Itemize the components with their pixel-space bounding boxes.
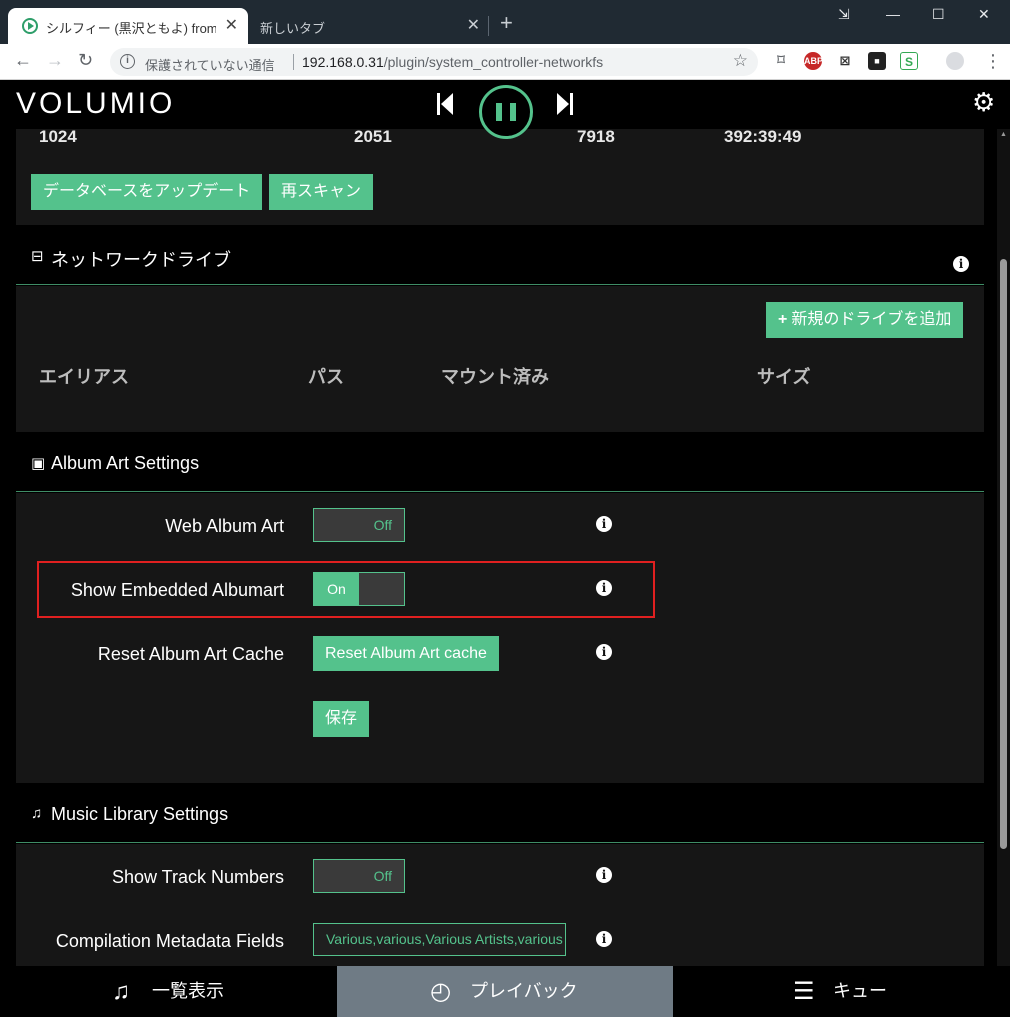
section-title: Music Library Settings [51,804,229,824]
browse-label: 一覧表示 [152,981,224,1001]
reset-album-art-cache-button[interactable]: Reset Album Art cache [313,636,499,671]
column-alias: エイリアス [39,367,129,387]
toggle-state: Off [373,517,392,533]
toggle-knob [314,860,359,892]
close-tab-icon[interactable]: ✕ [225,15,238,35]
info-icon[interactable]: i [596,644,612,660]
close-tab-icon[interactable]: ✕ [467,15,480,35]
new-tab-button[interactable]: + [500,12,513,34]
music-note-icon: ♫ [112,978,130,1005]
column-path: パス [308,367,344,387]
list-icon: ☰ [793,978,815,1005]
tab-title: 新しいタブ [260,21,326,36]
music-library-header: ♫ Music Library Settings [16,785,984,843]
adblock-extension-icon[interactable]: ABP [804,52,823,70]
info-icon[interactable]: i [953,256,969,272]
highlight-annotation [37,561,655,618]
compilation-metadata-input[interactable]: Various,various,Various Artists,various [313,923,566,956]
scrollbar[interactable]: ▲ [997,129,1010,969]
back-button[interactable]: ← [14,50,32,71]
web-album-art-label: Web Album Art [165,516,284,536]
security-status: 保護されていない通信 [145,58,275,73]
show-track-numbers-toggle[interactable]: Off [313,859,405,893]
image-icon: ▣ [31,455,46,472]
scrollbar-thumb[interactable] [1000,259,1007,849]
reload-button[interactable]: ↻ [78,50,93,71]
plus-icon: + [778,311,788,328]
music-note-icon: ♫ [31,805,43,822]
volumio-logo: VOLUMIO [16,87,176,120]
rescan-button[interactable]: 再スキャン [269,174,374,210]
pause-button[interactable] [479,85,533,139]
drive-icon: ⊟ [31,248,44,265]
volumio-app: 1024 2051 7918 392:39:49 データベースをアップデート 再… [0,81,1010,1017]
albums-count: 2051 [354,127,392,146]
image-extension-icon[interactable]: ⊠ [836,52,854,70]
chrome-menu-icon[interactable]: ⋮ [984,51,1002,72]
artists-count: 1024 [39,127,77,146]
omnibox-divider [293,54,294,70]
url-path: /plugin/system_controller-networkfs [383,54,604,70]
tab-new[interactable]: 新しいタブ ✕ [250,8,490,44]
s-extension-icon[interactable]: S [900,52,918,70]
maximize-button[interactable]: ☐ [932,6,945,23]
browse-tab[interactable]: ♫ 一覧表示 [0,966,337,1017]
toggle-state: Off [373,868,392,884]
forward-button[interactable]: → [46,50,64,71]
clock-icon: ◴ [430,978,451,1005]
close-window-button[interactable]: ✕ [978,6,990,23]
info-icon[interactable]: i [596,516,612,532]
bottom-navigation: ♫ 一覧表示 ◴ プレイバック ☰ キュー [0,966,1010,1017]
next-track-icon[interactable] [557,93,575,115]
bookmark-star-icon[interactable]: ☆ [733,51,748,71]
browser-tabstrip: シルフィー (黒沢ともよ) from i ✕ 新しいタブ ✕ + ⇲ — ☐ ✕ [0,0,1010,44]
settings-gear-icon[interactable]: ⚙ [972,89,998,115]
music-library-panel: Show Track Numbers Off i Compilation Met… [16,844,984,984]
browser-toolbar: ← → ↻ i 保護されていない通信 192.168.0.31/plugin/s… [0,44,1010,80]
tab-title: シルフィー (黒沢ともよ) from i [46,21,216,36]
network-drives-panel: + 新規のドライブを追加 [16,286,984,432]
compilation-metadata-label: Compilation Metadata Fields [55,931,284,951]
queue-label: キュー [833,981,887,1001]
show-track-numbers-label: Show Track Numbers [111,867,284,887]
pause-icon [496,103,502,121]
album-art-header: ▣ Album Art Settings [16,434,984,492]
add-drive-label: 新規のドライブを追加 [791,311,952,328]
playback-tab[interactable]: ◴ プレイバック [337,966,673,1017]
app-header: VOLUMIO ⚙ [0,81,1010,139]
add-drive-button[interactable]: + 新規のドライブを追加 [766,302,964,338]
info-icon[interactable]: i [120,54,135,69]
column-size: サイズ [757,367,811,387]
address-bar[interactable]: i 保護されていない通信 192.168.0.31/plugin/system_… [110,48,758,76]
queue-tab[interactable]: ☰ キュー [673,966,1010,1017]
pause-icon [510,103,516,121]
minimize-button[interactable]: — [886,6,900,22]
bookmark-icon[interactable]: ⌑ [772,52,790,70]
songs-count: 7918 [577,127,615,146]
column-mounted: マウント済み [441,367,549,387]
previous-track-icon[interactable] [437,93,455,115]
reset-album-art-cache-label: Reset Album Art Cache [97,644,284,664]
url-text: 192.168.0.31/plugin/system_controller-ne… [302,54,603,70]
network-drives-header: ⊟ ネットワークドライブ i [16,227,984,285]
album-art-panel: Web Album Art Off i Show Embedded Albuma… [16,493,984,783]
web-album-art-toggle[interactable]: Off [313,508,405,542]
toggle-knob [314,509,359,541]
section-title: ネットワークドライブ [51,250,231,270]
url-host: 192.168.0.31 [302,54,384,70]
tab-divider [488,16,489,36]
profile-avatar[interactable] [946,52,964,70]
info-icon[interactable]: i [596,867,612,883]
tab-volumio[interactable]: シルフィー (黒沢ともよ) from i ✕ [8,8,248,44]
cast-icon[interactable]: ⇲ [838,6,850,23]
save-button[interactable]: 保存 [313,701,370,737]
update-database-button[interactable]: データベースをアップデート [31,174,263,210]
playback-label: プレイバック [470,981,578,1001]
playtime: 392:39:49 [724,127,802,146]
section-title: Album Art Settings [51,453,200,473]
play-favicon-icon [22,18,38,34]
scroll-up-arrow-icon[interactable]: ▲ [1000,131,1007,138]
info-icon[interactable]: i [596,931,612,947]
extension-icon[interactable]: ■ [868,52,886,70]
